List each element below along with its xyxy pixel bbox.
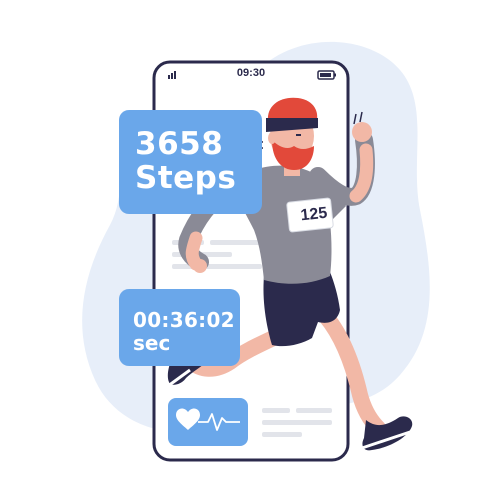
timer-value: 00:36:02 xyxy=(133,308,235,332)
steps-value: 3658 xyxy=(135,126,224,162)
illustration: 09:30 3658 Steps 00:36:02 sec 125 xyxy=(0,0,500,500)
status-bar-time: 09:30 xyxy=(236,67,266,79)
bib-number: 125 xyxy=(299,204,329,225)
timer-card: 00:36:02 sec xyxy=(119,289,240,366)
timer-unit: sec xyxy=(133,331,171,355)
steps-card: 3658 Steps xyxy=(119,110,262,214)
steps-unit: Steps xyxy=(135,160,237,196)
